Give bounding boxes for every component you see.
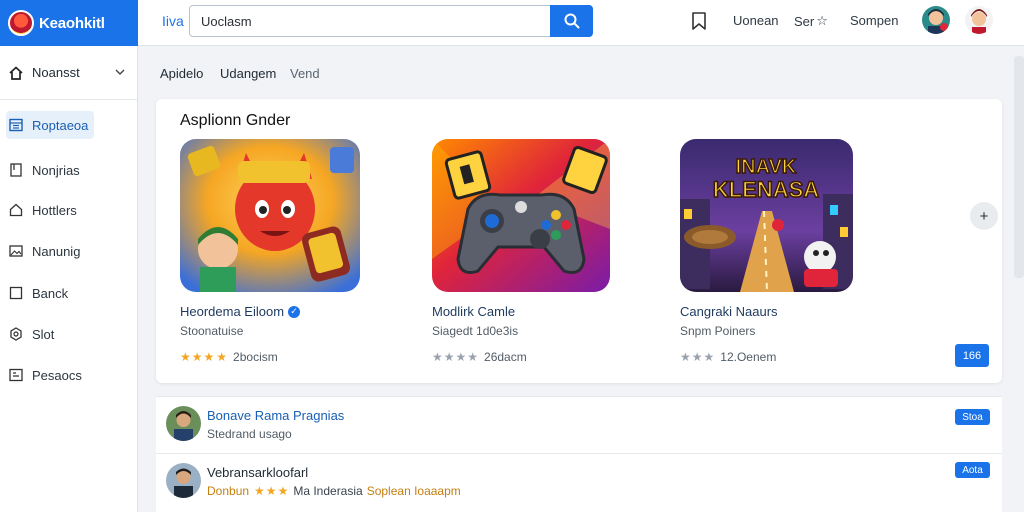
sidebar-header[interactable]: Noansst bbox=[0, 46, 137, 100]
app-list: Bonave Rama Pragnias Stedrand usago Stoa… bbox=[156, 396, 1002, 512]
star-rating-icon: ★★★ bbox=[254, 484, 290, 498]
plus-icon: + bbox=[979, 207, 989, 225]
bookmark-icon bbox=[10, 163, 22, 177]
scrollbar[interactable] bbox=[1014, 56, 1024, 278]
app-subtitle: Siagedt 1d0e3is bbox=[432, 324, 519, 338]
sidebar: Noansst Roptaeoa Nonjrias Hottlers Nanun… bbox=[0, 46, 138, 512]
app-thumbnail[interactable] bbox=[180, 139, 360, 292]
top-bar: Keaohkitl Iiva Uonean Ser ☆ Sompen bbox=[0, 0, 1024, 46]
rating-count: 2bocism bbox=[233, 350, 278, 364]
featured-card: Asplionn Gnder Heordema Eiloom ✓ Stoonat… bbox=[156, 99, 1002, 383]
brand[interactable]: Keaohkitl bbox=[0, 0, 138, 46]
avatar-secondary[interactable] bbox=[965, 6, 993, 34]
star-rating-icon: ★★★ bbox=[680, 350, 716, 364]
avatar[interactable] bbox=[922, 6, 950, 34]
section-title: Asplionn Gnder bbox=[180, 112, 291, 129]
list-item-tag: Donbun bbox=[207, 484, 250, 498]
list-item-action-button[interactable]: Stoa bbox=[955, 409, 990, 425]
search-button[interactable] bbox=[550, 5, 593, 37]
star-icon: ★ bbox=[216, 350, 229, 364]
brand-name: Keaohkitl bbox=[39, 14, 105, 32]
header-link-2[interactable]: Ser ☆ bbox=[794, 13, 828, 29]
grid-icon bbox=[9, 118, 23, 132]
app-subtitle: Snpm Poiners bbox=[680, 324, 756, 338]
square-icon bbox=[9, 286, 23, 300]
sidebar-item-label: Nanunig bbox=[32, 243, 81, 259]
list-item[interactable]: Vebransarkloofarl Donbun ★★★ Ma Inderasi… bbox=[156, 453, 1002, 509]
sidebar-item-label: Pesaocs bbox=[32, 367, 82, 383]
star-outline-icon: ☆ bbox=[816, 13, 828, 28]
carousel-next-button[interactable]: + bbox=[970, 202, 998, 230]
star-rating-icon: ★★★ bbox=[180, 350, 216, 364]
list-item-location: Soplean Ioaaapm bbox=[366, 484, 461, 498]
settings-icon bbox=[10, 327, 22, 341]
sidebar-item-nanunig[interactable]: Nanunig bbox=[6, 237, 126, 265]
verified-icon: ✓ bbox=[288, 305, 301, 318]
app-name[interactable]: Modlirk Camle bbox=[432, 304, 515, 319]
tab-vend[interactable]: Vend bbox=[290, 66, 320, 81]
app-name[interactable]: Heordema Eiloom ✓ bbox=[180, 304, 301, 319]
avatar bbox=[166, 463, 201, 498]
sidebar-item-pesaocs[interactable]: Pesaocs bbox=[6, 361, 126, 389]
star-box-icon bbox=[9, 368, 23, 382]
sidebar-item-banck[interactable]: Banck bbox=[6, 279, 126, 307]
sidebar-item-nonjrias[interactable]: Nonjrias bbox=[6, 156, 126, 184]
rating-count: 12.Oenem bbox=[720, 350, 777, 364]
app-rating: ★★★★ 26dacm bbox=[432, 350, 527, 364]
list-item-subtitle: Stedrand usago bbox=[207, 427, 292, 441]
list-item-title: Bonave Rama Pragnias bbox=[207, 408, 345, 423]
tab-udangem[interactable]: Udangem bbox=[220, 66, 276, 81]
search-scope[interactable]: Iiva bbox=[162, 13, 184, 29]
search-icon bbox=[564, 13, 579, 29]
app-thumbnail[interactable]: INAVK KLENASA bbox=[680, 139, 853, 292]
image-icon bbox=[9, 245, 23, 257]
list-item[interactable]: Bonave Rama Pragnias Stedrand usago Stoa bbox=[156, 396, 1002, 452]
header-link-3[interactable]: Sompen bbox=[850, 13, 898, 28]
app-subtitle: Stoonatuise bbox=[180, 324, 244, 338]
sidebar-item-roptaeoa[interactable]: Roptaeoa bbox=[6, 111, 94, 139]
chevron-down-icon bbox=[115, 69, 125, 75]
search-input[interactable] bbox=[189, 5, 551, 37]
tab-apidelo[interactable]: Apidelo bbox=[160, 66, 203, 81]
list-item-action-button[interactable]: Aota bbox=[955, 462, 990, 478]
star-rating-icon: ★★★★ bbox=[432, 350, 480, 364]
app-rating: ★★★ 12.Oenem bbox=[680, 350, 776, 364]
list-item-category: Ma Inderasia bbox=[293, 484, 363, 498]
home-icon bbox=[9, 203, 23, 217]
bookmark-icon[interactable] bbox=[691, 12, 707, 30]
list-item-title: Vebransarkloofarl bbox=[207, 465, 309, 480]
art-title-line1: INAVK bbox=[736, 156, 797, 178]
header-link-2-label: Ser bbox=[794, 13, 815, 29]
app-name-label: Heordema Eiloom bbox=[180, 304, 285, 319]
sidebar-item-label: Nonjrias bbox=[32, 162, 80, 178]
sidebar-item-hottlers[interactable]: Hottlers bbox=[6, 196, 126, 224]
rating-count: 26dacm bbox=[484, 350, 527, 364]
home-icon bbox=[9, 65, 23, 80]
app-rating: ★★★ ★ 2bocism bbox=[180, 350, 278, 364]
app-thumbnail[interactable] bbox=[432, 139, 610, 292]
brand-logo bbox=[8, 10, 34, 36]
sidebar-item-label: Hottlers bbox=[32, 202, 77, 218]
avatar bbox=[166, 406, 201, 441]
sidebar-header-label: Noansst bbox=[32, 65, 80, 80]
header-link-1[interactable]: Uonean bbox=[733, 13, 779, 28]
app-name[interactable]: Cangraki Naaurs bbox=[680, 304, 778, 319]
sidebar-item-slot[interactable]: Slot bbox=[6, 320, 126, 348]
sidebar-item-label: Slot bbox=[32, 326, 55, 342]
sidebar-item-label: Roptaeoa bbox=[32, 117, 89, 133]
install-button[interactable]: 166 bbox=[955, 344, 989, 367]
list-item-meta: Donbun ★★★ Ma Inderasia Soplean Ioaaapm bbox=[207, 484, 461, 498]
art-title-line2: KLENASA bbox=[713, 177, 819, 202]
sidebar-item-label: Banck bbox=[32, 285, 69, 301]
